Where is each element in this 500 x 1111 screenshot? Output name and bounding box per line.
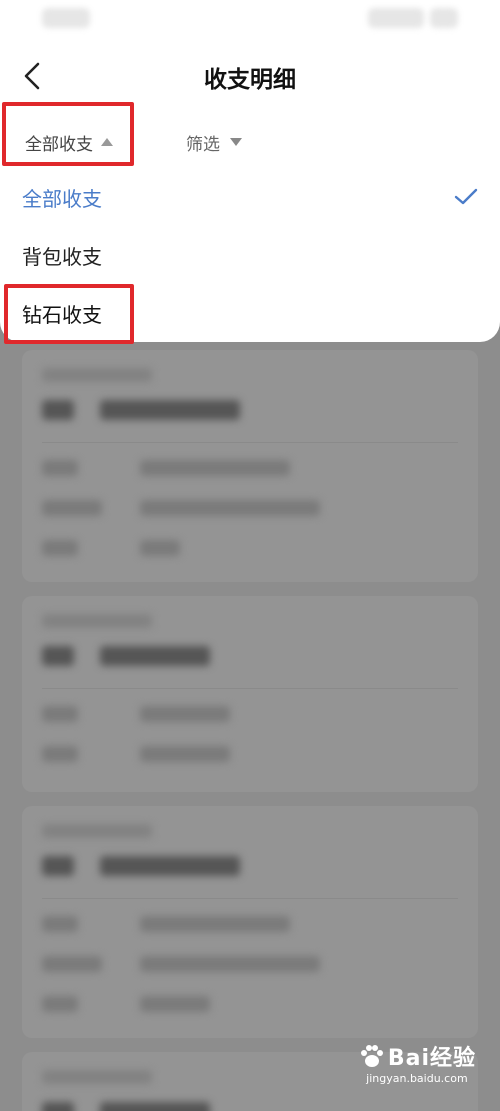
filter-screen-label: 筛选 bbox=[186, 134, 220, 155]
option-label: 背包收支 bbox=[22, 244, 102, 269]
paw-logo-icon bbox=[360, 1045, 383, 1067]
option-label: 钻石收支 bbox=[22, 302, 102, 327]
option-backpack-transactions[interactable]: 背包收支 bbox=[0, 226, 500, 284]
filter-all-label: 全部收支 bbox=[25, 134, 93, 155]
option-label: 全部收支 bbox=[22, 186, 102, 211]
triangle-up-icon bbox=[101, 138, 113, 146]
check-icon bbox=[454, 188, 478, 205]
triangle-down-icon bbox=[230, 138, 242, 146]
watermark-brand: Bai经验 bbox=[387, 1046, 476, 1071]
status-signal-icon bbox=[368, 8, 424, 28]
page-title: 收支明细 bbox=[204, 67, 296, 93]
app-header: 收支明细 bbox=[0, 40, 500, 112]
transaction-card bbox=[22, 806, 478, 1038]
all-transactions-filter[interactable]: 全部收支 bbox=[8, 120, 130, 164]
transaction-card bbox=[22, 596, 478, 792]
screen-filter[interactable]: 筛选 bbox=[186, 120, 242, 164]
option-all-transactions[interactable]: 全部收支 bbox=[0, 168, 500, 226]
baidu-jingyan-watermark: Bai经验 jingyan.baidu.com bbox=[358, 1040, 476, 1085]
filter-bar: 全部收支 筛选 bbox=[0, 112, 500, 172]
status-time bbox=[42, 8, 90, 28]
status-bar bbox=[0, 0, 500, 40]
transaction-card bbox=[22, 350, 478, 582]
watermark-url: jingyan.baidu.com bbox=[366, 1072, 468, 1085]
option-diamond-transactions[interactable]: 钻石收支 bbox=[0, 284, 500, 342]
filter-dropdown-menu: 全部收支 背包收支 钻石收支 bbox=[0, 168, 500, 342]
battery-icon bbox=[430, 8, 458, 28]
modal-overlay[interactable] bbox=[0, 340, 500, 1111]
